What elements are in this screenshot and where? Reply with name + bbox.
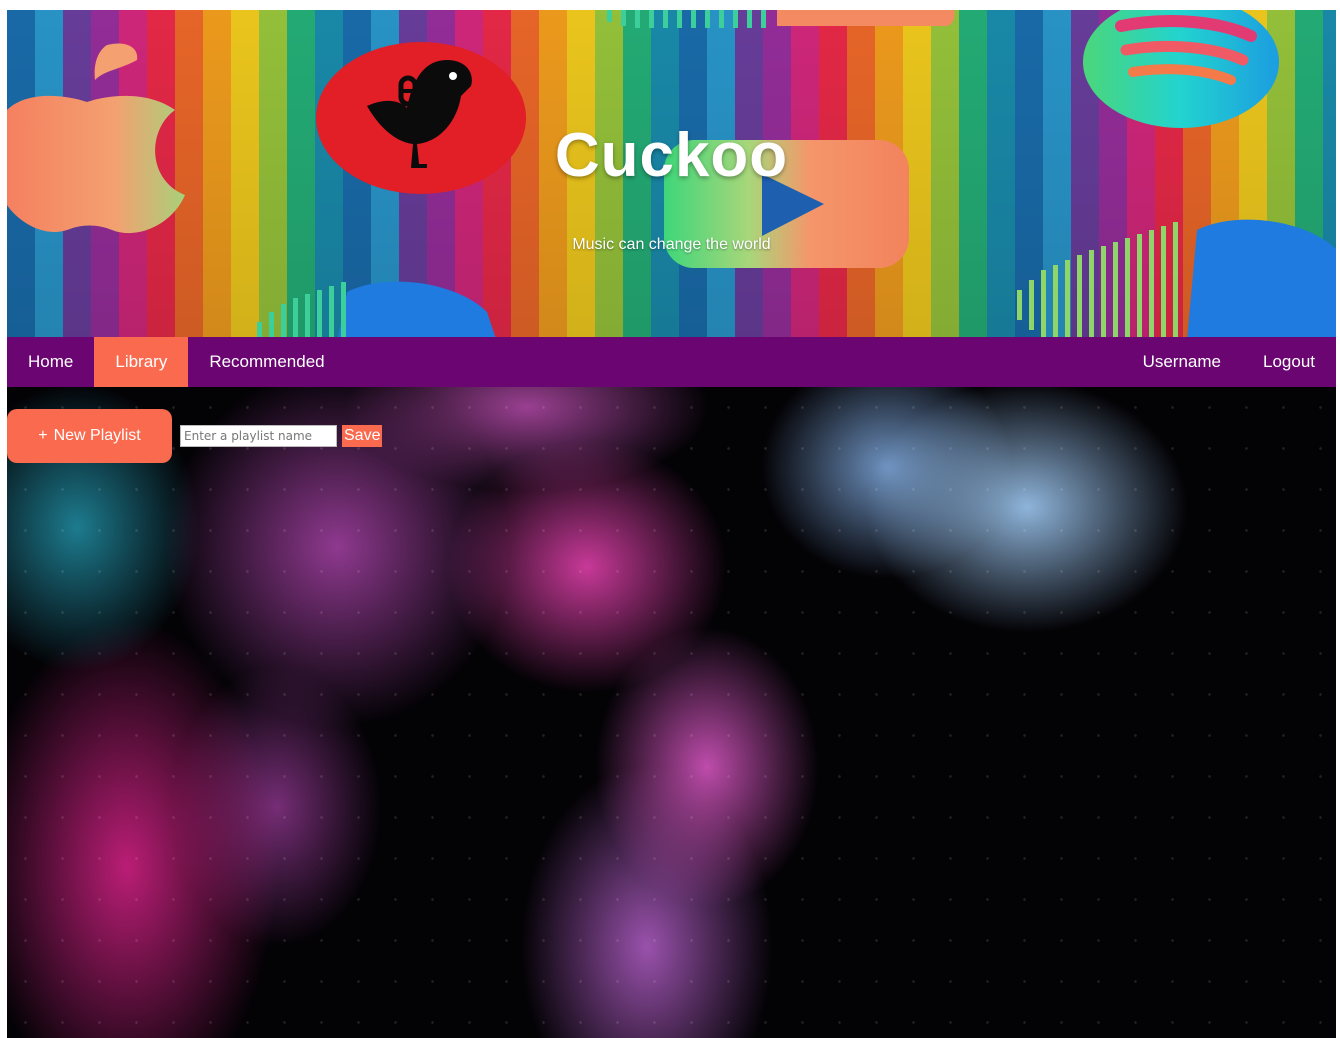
new-playlist-button[interactable]: + New Playlist <box>7 409 172 463</box>
spotify-icon <box>1083 10 1279 128</box>
nav-item-recommended[interactable]: Recommended <box>188 337 345 387</box>
plus-icon: + <box>38 427 48 444</box>
app-frame: Cuckoo Music can change the world Home L… <box>7 10 1336 1038</box>
save-button[interactable]: Save <box>342 425 383 447</box>
soundcloud-icon <box>607 10 955 28</box>
library-content: + New Playlist Save <box>7 387 1336 1038</box>
nav-item-username[interactable]: Username <box>1122 337 1242 387</box>
soundcloud-icon <box>1017 219 1336 337</box>
nav-item-home[interactable]: Home <box>7 337 94 387</box>
nav-item-library[interactable]: Library <box>94 337 189 387</box>
playlist-name-input[interactable] <box>180 425 337 447</box>
new-playlist-label: New Playlist <box>53 427 141 444</box>
header-banner: Cuckoo Music can change the world <box>7 10 1336 337</box>
nav-item-logout[interactable]: Logout <box>1242 337 1336 387</box>
page-title: Cuckoo <box>554 121 789 190</box>
page-subtitle: Music can change the world <box>572 236 771 253</box>
main-nav: Home Library Recommended Username Logout <box>7 337 1336 387</box>
background-texture <box>7 387 1336 1038</box>
playlist-toolbar: + New Playlist Save <box>7 409 383 463</box>
soundcloud-icon <box>257 281 496 337</box>
